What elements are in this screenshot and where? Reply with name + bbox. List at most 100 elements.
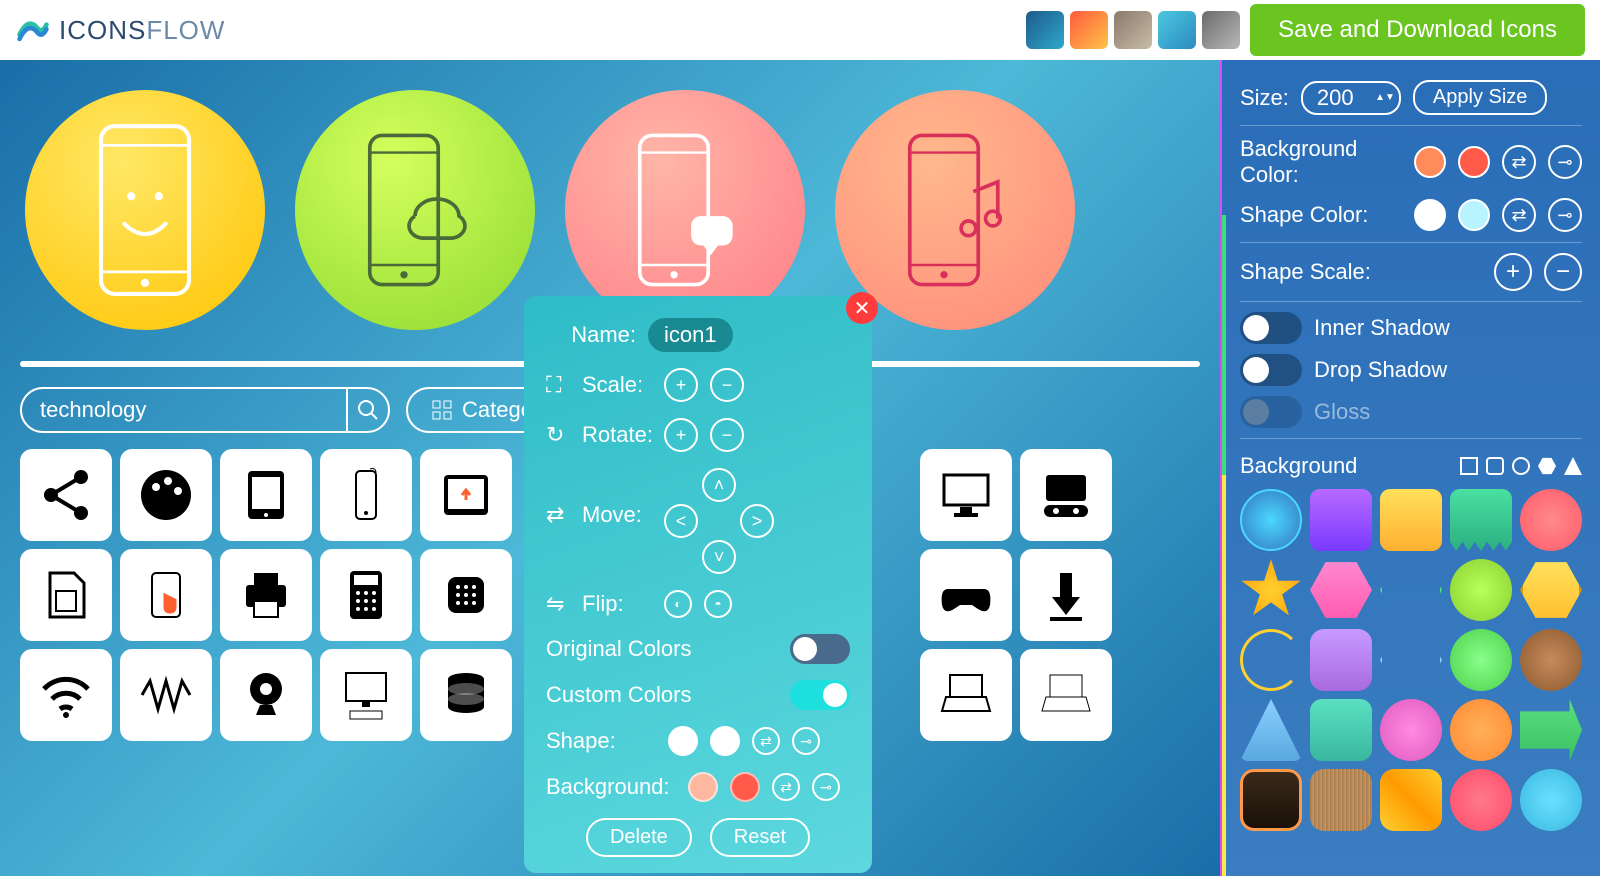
- bg-swap-button[interactable]: ⇄: [772, 773, 800, 801]
- grid-icon-calculator[interactable]: [320, 549, 412, 641]
- grid-icon-touch-tablet[interactable]: [420, 449, 512, 541]
- bg-shape-14[interactable]: [1450, 629, 1512, 691]
- grid-icon-printer[interactable]: [220, 549, 312, 641]
- bg-color-swatch-1[interactable]: [1414, 146, 1446, 178]
- grid-icon-laptop-2[interactable]: [1020, 649, 1112, 741]
- shape-settings-button[interactable]: ⊸: [792, 727, 820, 755]
- move-left-button[interactable]: ˂: [664, 504, 698, 538]
- grid-icon-monitor[interactable]: [920, 449, 1012, 541]
- shape-swap-button[interactable]: ⇄: [752, 727, 780, 755]
- grid-icon-sim[interactable]: [20, 549, 112, 641]
- grid-icon-share[interactable]: [20, 449, 112, 541]
- grid-icon-wifi[interactable]: [20, 649, 112, 741]
- original-colors-toggle[interactable]: [790, 634, 850, 664]
- bg-shape-22[interactable]: [1310, 769, 1372, 831]
- shape-scale-plus-button[interactable]: +: [1494, 253, 1532, 291]
- move-right-button[interactable]: ˃: [740, 504, 774, 538]
- shape-color-1[interactable]: [668, 726, 698, 756]
- preview-icon-3[interactable]: [565, 90, 805, 330]
- bg-shape-10[interactable]: [1520, 559, 1582, 621]
- bg-color-2[interactable]: [730, 772, 760, 802]
- shape-color-settings-button[interactable]: ⊸: [1548, 198, 1582, 232]
- shape-color-swap-button[interactable]: ⇄: [1502, 198, 1536, 232]
- save-download-button[interactable]: Save and Download Icons: [1250, 4, 1585, 56]
- bg-color-swatch-2[interactable]: [1458, 146, 1490, 178]
- bg-shape-21[interactable]: [1240, 769, 1302, 831]
- grid-icon-smartphone[interactable]: [320, 449, 412, 541]
- flip-vertical-button[interactable]: ◓: [704, 590, 732, 618]
- bg-shape-3[interactable]: [1380, 489, 1442, 551]
- bg-settings-button[interactable]: ⊸: [812, 773, 840, 801]
- grid-icon-laptop[interactable]: [920, 649, 1012, 741]
- shape-filter-rounded[interactable]: [1486, 457, 1504, 475]
- bg-shape-12[interactable]: [1310, 629, 1372, 691]
- preview-icon-1[interactable]: [25, 90, 265, 330]
- bg-color-settings-button[interactable]: ⊸: [1548, 145, 1582, 179]
- delete-button[interactable]: Delete: [586, 818, 692, 857]
- move-up-button[interactable]: ˄: [702, 468, 736, 502]
- bg-shape-8[interactable]: [1380, 559, 1442, 621]
- custom-colors-toggle[interactable]: [790, 680, 850, 710]
- rotate-plus-button[interactable]: +: [664, 418, 698, 452]
- bg-shape-17[interactable]: [1310, 699, 1372, 761]
- search-input[interactable]: [22, 397, 346, 423]
- grid-icon-gamepad[interactable]: [920, 549, 1012, 641]
- search-button[interactable]: [346, 389, 388, 431]
- bg-shape-2[interactable]: [1310, 489, 1372, 551]
- grid-icon-tablet[interactable]: [220, 449, 312, 541]
- bg-shape-16[interactable]: [1240, 699, 1302, 761]
- flip-horizontal-button[interactable]: ◐: [664, 590, 692, 618]
- gloss-toggle[interactable]: [1240, 396, 1302, 428]
- theme-swatch-5[interactable]: [1202, 11, 1240, 49]
- bg-shape-15[interactable]: [1520, 629, 1582, 691]
- reset-button[interactable]: Reset: [710, 818, 810, 857]
- apply-size-button[interactable]: Apply Size: [1413, 80, 1548, 115]
- bg-shape-11[interactable]: [1240, 629, 1302, 691]
- theme-swatch-1[interactable]: [1026, 11, 1064, 49]
- shape-filter-circle[interactable]: [1512, 457, 1530, 475]
- bg-shape-1[interactable]: [1240, 489, 1302, 551]
- grid-icon-controller[interactable]: [1020, 449, 1112, 541]
- bg-shape-6[interactable]: [1240, 559, 1302, 621]
- bg-shape-19[interactable]: [1450, 699, 1512, 761]
- logo[interactable]: ICONSFLOW: [15, 12, 225, 48]
- bg-shape-23[interactable]: [1380, 769, 1442, 831]
- grid-icon-download[interactable]: [1020, 549, 1112, 641]
- shape-color-swatch-1[interactable]: [1414, 199, 1446, 231]
- bg-shape-5[interactable]: [1520, 489, 1582, 551]
- shape-color-2[interactable]: [710, 726, 740, 756]
- bg-shape-7[interactable]: [1310, 559, 1372, 621]
- inner-shadow-toggle[interactable]: [1240, 312, 1302, 344]
- shape-color-swatch-2[interactable]: [1458, 199, 1490, 231]
- bg-shape-4[interactable]: [1450, 489, 1512, 551]
- bg-shape-25[interactable]: [1520, 769, 1582, 831]
- shape-filter-hexagon[interactable]: [1538, 457, 1556, 475]
- bg-color-swap-button[interactable]: ⇄: [1502, 145, 1536, 179]
- grid-icon-palette[interactable]: [120, 449, 212, 541]
- theme-swatch-3[interactable]: [1114, 11, 1152, 49]
- shape-filter-square[interactable]: [1460, 457, 1478, 475]
- theme-swatch-4[interactable]: [1158, 11, 1196, 49]
- grid-icon-touch-hand[interactable]: [120, 549, 212, 641]
- bg-shape-18[interactable]: [1380, 699, 1442, 761]
- popup-close-button[interactable]: ✕: [846, 292, 878, 324]
- drop-shadow-toggle[interactable]: [1240, 354, 1302, 386]
- bg-shape-13[interactable]: [1380, 629, 1442, 691]
- scale-plus-button[interactable]: +: [664, 368, 698, 402]
- grid-icon-waveform[interactable]: [120, 649, 212, 741]
- shape-filter-triangle[interactable]: [1564, 457, 1582, 475]
- grid-icon-webcam[interactable]: [220, 649, 312, 741]
- theme-swatch-2[interactable]: [1070, 11, 1108, 49]
- preview-icon-2[interactable]: [295, 90, 535, 330]
- name-value[interactable]: icon1: [648, 318, 733, 352]
- grid-icon-database[interactable]: [420, 649, 512, 741]
- bg-shape-9[interactable]: [1450, 559, 1512, 621]
- scale-minus-button[interactable]: −: [710, 368, 744, 402]
- rotate-minus-button[interactable]: −: [710, 418, 744, 452]
- grid-icon-keypad[interactable]: [420, 549, 512, 641]
- move-down-button[interactable]: ˅: [702, 540, 736, 574]
- shape-scale-minus-button[interactable]: −: [1544, 253, 1582, 291]
- bg-color-1[interactable]: [688, 772, 718, 802]
- bg-shape-24[interactable]: [1450, 769, 1512, 831]
- bg-shape-20[interactable]: [1520, 699, 1582, 761]
